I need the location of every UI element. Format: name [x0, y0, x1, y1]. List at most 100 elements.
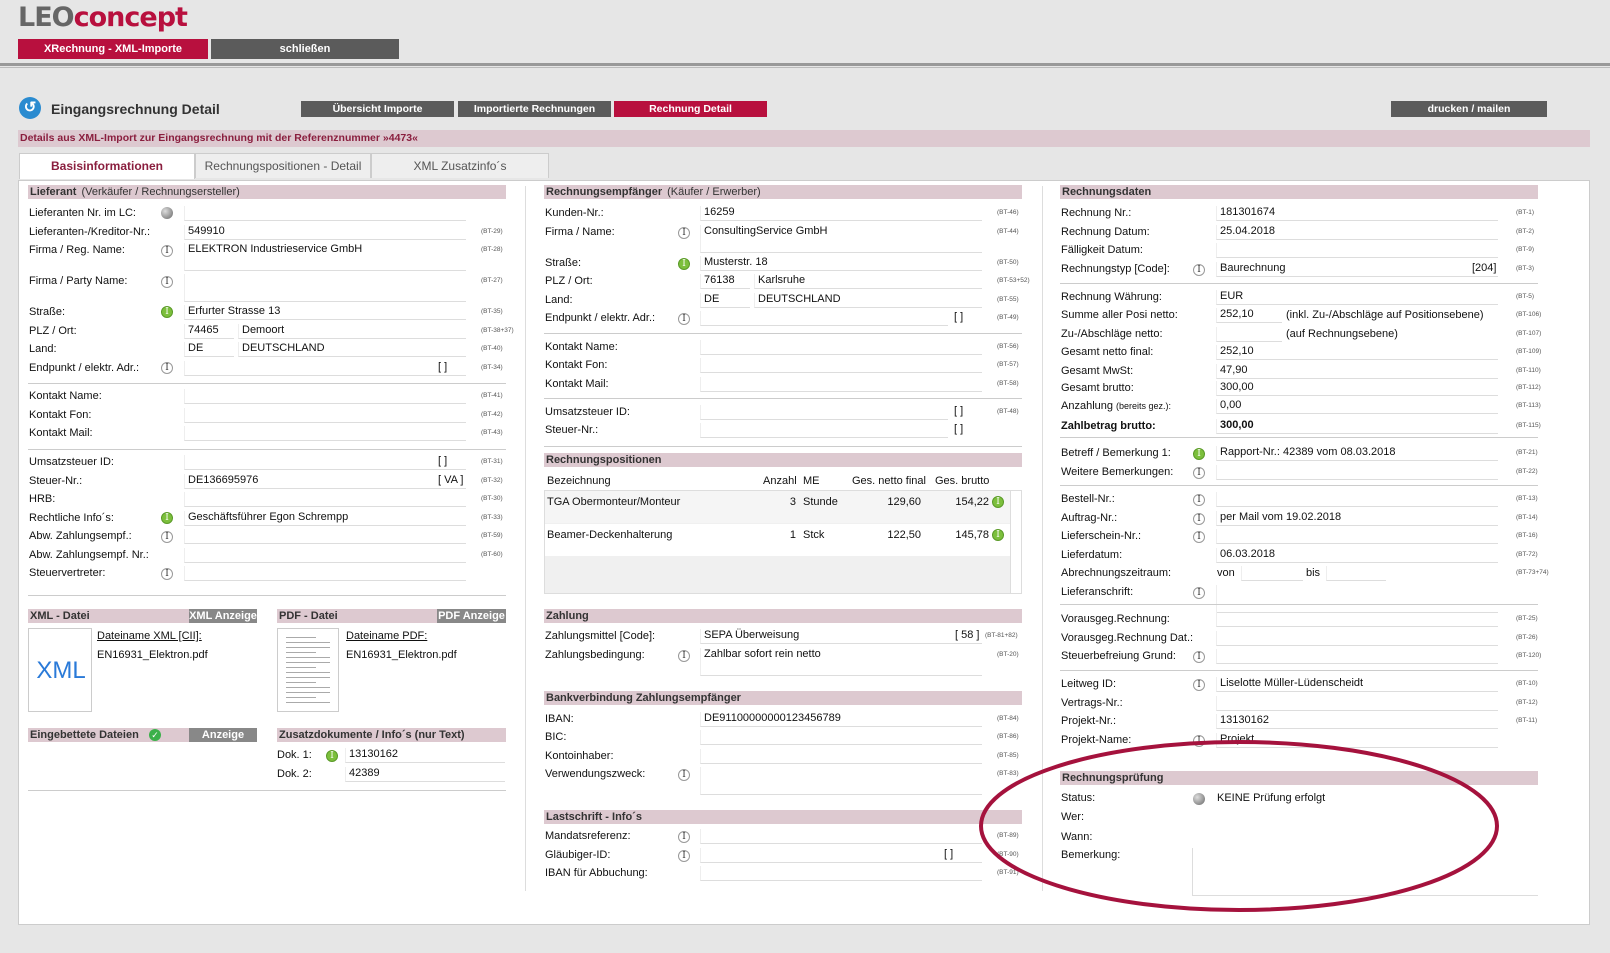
info-icon[interactable]: I: [1193, 651, 1205, 663]
lastschrift-field[interactable]: [700, 866, 982, 881]
rechnungsdaten-field[interactable]: Liselotte Müller-Lüdenscheidt: [1216, 677, 1498, 692]
info-icon[interactable]: I: [678, 831, 690, 843]
rechnungsdaten-field[interactable]: [1216, 465, 1498, 480]
info-icon[interactable]: I: [161, 531, 173, 543]
lastschrift-field[interactable]: [700, 829, 982, 844]
land-field[interactable]: DEUTSCHLAND: [754, 293, 982, 308]
empfaenger-field[interactable]: [700, 405, 948, 420]
info-icon[interactable]: I: [1193, 679, 1205, 691]
info-icon[interactable]: I: [161, 245, 173, 257]
lieferant-field[interactable]: [184, 455, 466, 470]
rechnungsdaten-field[interactable]: 252,10: [1216, 308, 1282, 323]
rechnungsdaten-field[interactable]: 25.04.2018: [1216, 225, 1498, 240]
lieferant-field[interactable]: [184, 389, 466, 404]
lieferant-field[interactable]: [184, 206, 466, 221]
anzeige-button[interactable]: Anzeige: [189, 728, 257, 742]
lieferant-field[interactable]: [184, 408, 466, 423]
info-icon[interactable]: I: [678, 650, 690, 662]
tab-rechnungspositionen[interactable]: Rechnungspositionen - Detail: [195, 153, 371, 178]
xml-filename-label[interactable]: Dateiname XML [CII]:: [97, 629, 247, 643]
lieferant-field[interactable]: [184, 529, 466, 544]
xrechnung-xml-importe-button[interactable]: XRechnung - XML-Importe: [18, 39, 208, 59]
empfaenger-field[interactable]: [700, 423, 948, 438]
lieferant-field[interactable]: DE136695976: [184, 474, 466, 489]
zahlungsbedingung-field[interactable]: Zahlbar sofort rein netto: [700, 648, 982, 676]
rechnungsdaten-field[interactable]: [1216, 649, 1498, 664]
bis-field[interactable]: [1326, 566, 1386, 581]
uebersicht-importe-button[interactable]: Übersicht Importe: [301, 101, 454, 117]
rechnungsdaten-field[interactable]: 300,00: [1216, 381, 1498, 396]
rechnungsdaten-field[interactable]: Rapport-Nr.: 42389 vom 08.03.2018: [1216, 446, 1498, 461]
tab-basisinformationen[interactable]: Basisinformationen: [19, 153, 195, 179]
bank-field[interactable]: [700, 730, 982, 745]
empfaenger-field[interactable]: [700, 358, 982, 373]
rechnungsdaten-field[interactable]: Baurechnung: [1216, 262, 1498, 277]
rechnungsdaten-field[interactable]: EUR: [1216, 290, 1498, 305]
empfaenger-field[interactable]: 16259: [700, 206, 982, 221]
lieferant-field[interactable]: 549910: [184, 225, 466, 240]
info-icon[interactable]: I: [161, 362, 173, 374]
info-green-icon[interactable]: I: [678, 258, 690, 270]
rechnungsdaten-field[interactable]: [1216, 585, 1498, 613]
land-field[interactable]: DEUTSCHLAND: [238, 342, 466, 357]
empfaenger-field[interactable]: Musterstr. 18: [700, 256, 982, 271]
lieferant-field[interactable]: ELEKTRON Industrieservice GmbH: [184, 243, 466, 271]
info-icon[interactable]: I: [161, 568, 173, 580]
plz-field[interactable]: 74465: [184, 324, 234, 339]
info-icon[interactable]: I: [1193, 467, 1205, 479]
rechnungsdaten-field[interactable]: [1216, 243, 1498, 258]
bank-field[interactable]: [700, 749, 982, 764]
dok1-field[interactable]: 13130162: [345, 748, 505, 763]
info-green-icon[interactable]: I: [326, 750, 338, 762]
lieferant-field[interactable]: Geschäftsführer Egon Schrempp: [184, 511, 466, 526]
rechnungsdaten-field[interactable]: 300,00: [1216, 419, 1498, 434]
info-icon[interactable]: I: [678, 227, 690, 239]
empfaenger-field[interactable]: [700, 377, 982, 392]
rechnungsdaten-field[interactable]: 252,10: [1216, 345, 1498, 360]
pdf-filename-label[interactable]: Dateiname PDF:: [346, 629, 496, 643]
plz-field[interactable]: 76138: [700, 274, 750, 289]
lieferant-field[interactable]: [184, 361, 466, 376]
info-icon[interactable]: I: [161, 276, 173, 288]
rechnung-detail-button[interactable]: Rechnung Detail: [614, 101, 767, 117]
info-icon[interactable]: I: [1193, 531, 1205, 543]
xml-file-icon[interactable]: XML: [28, 628, 92, 712]
lieferant-field[interactable]: [184, 566, 466, 581]
empfaenger-field[interactable]: [700, 311, 948, 326]
lieferant-field[interactable]: [184, 426, 466, 441]
info-green-icon[interactable]: I: [992, 529, 1004, 541]
rechnungsdaten-field[interactable]: [1216, 612, 1498, 627]
rechnungsdaten-field[interactable]: [1216, 327, 1282, 342]
land-code-field[interactable]: DE: [184, 342, 234, 357]
info-green-icon[interactable]: I: [161, 306, 173, 318]
rechnungsdaten-field[interactable]: 13130162: [1216, 714, 1498, 729]
scrollbar[interactable]: [1010, 491, 1021, 593]
pdf-anzeige-button[interactable]: PDF Anzeige: [437, 609, 506, 623]
tab-xml-zusatzinfos[interactable]: XML Zusatzinfo´s: [371, 153, 549, 178]
rechnungsdaten-field[interactable]: 47,90: [1216, 364, 1498, 379]
back-icon[interactable]: ↺: [19, 97, 41, 119]
empfaenger-field[interactable]: [700, 340, 982, 355]
ort-field[interactable]: Karlsruhe: [754, 274, 982, 289]
lieferant-field[interactable]: [184, 274, 466, 302]
pdf-thumbnail-icon[interactable]: [277, 628, 339, 712]
info-icon[interactable]: I: [1193, 587, 1205, 599]
lieferant-field[interactable]: [184, 548, 466, 563]
info-green-icon[interactable]: I: [161, 512, 173, 524]
print-mail-button[interactable]: drucken / mailen: [1391, 101, 1547, 117]
rechnungsdaten-field[interactable]: [1216, 529, 1498, 544]
rechnungsdaten-field[interactable]: [1216, 631, 1498, 646]
lieferant-field[interactable]: Erfurter Strasse 13: [184, 305, 466, 320]
ort-field[interactable]: Demoort: [238, 324, 466, 339]
lastschrift-field[interactable]: [700, 848, 982, 863]
xml-anzeige-button[interactable]: XML Anzeige: [189, 609, 257, 623]
lieferant-field[interactable]: [184, 492, 466, 507]
bank-field[interactable]: [700, 767, 982, 795]
rechnungsdaten-field[interactable]: [1216, 696, 1498, 711]
dok2-field[interactable]: 42389: [345, 767, 505, 782]
info-icon[interactable]: I: [678, 769, 690, 781]
zahlungsmittel-field[interactable]: SEPA Überweisung: [700, 629, 982, 644]
close-button[interactable]: schließen: [211, 39, 399, 59]
rechnungsdaten-field[interactable]: 181301674: [1216, 206, 1498, 221]
land-code-field[interactable]: DE: [700, 293, 750, 308]
